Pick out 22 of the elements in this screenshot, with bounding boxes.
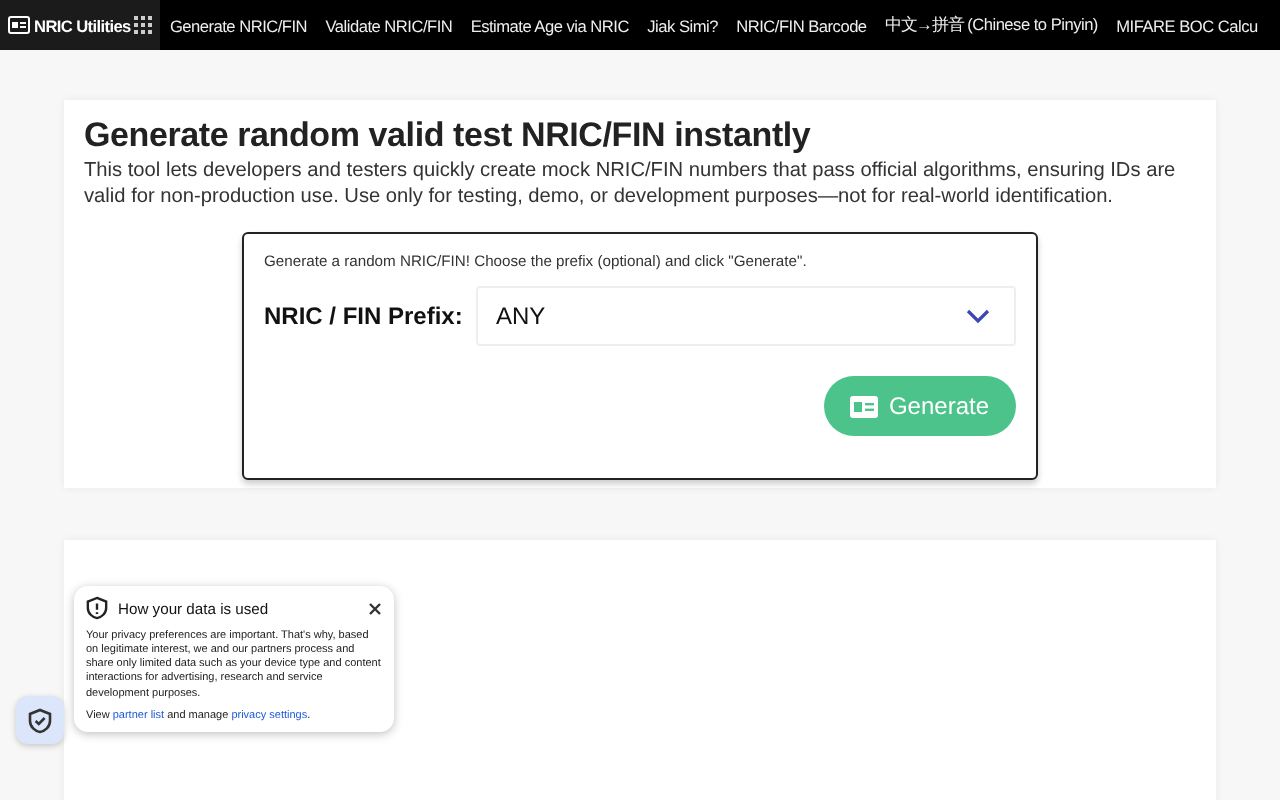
id-card-icon [8, 16, 30, 34]
prefix-label: NRIC / FIN Prefix: [264, 302, 465, 331]
nav-link[interactable]: Jiak Simi? [638, 15, 728, 35]
nav-link[interactable]: NRIC/FIN Barcode [727, 15, 876, 35]
brand-name: NRIC Utilities [34, 15, 131, 35]
brand-logo[interactable]: NRIC Utilities [0, 0, 161, 50]
grid-icon [134, 16, 153, 34]
nav-link[interactable]: Validate NRIC/FIN [316, 15, 462, 35]
page-title: Generate random valid test NRIC/FIN instantly [84, 116, 813, 156]
close-icon [368, 601, 382, 615]
nav-link[interactable]: MIFARE BOC Calcu [1107, 15, 1267, 35]
privacy-button[interactable] [16, 696, 64, 744]
chevron-down-icon [966, 308, 990, 325]
id-card-icon [850, 395, 879, 418]
nav-link[interactable]: 中文→拼音 (Chinese to Pinyin) [875, 14, 1108, 36]
nav-link[interactable]: Generate NRIC/FIN [160, 15, 317, 35]
description: This tool lets developers and testers quickly create mock NRIC/FIN numbers that pass official algorithms, ensuring IDs are valid for non-production use. Use only for testing, demo, or development purposes—not for real-world identification. [84, 160, 1178, 211]
nav-link[interactable]: Estimate Age via NRIC [461, 15, 639, 35]
close-button[interactable] [368, 601, 382, 615]
shield-alert-icon [86, 596, 108, 620]
prefix-dropdown[interactable]: ANY [476, 286, 1016, 347]
shield-check-icon [28, 707, 52, 733]
